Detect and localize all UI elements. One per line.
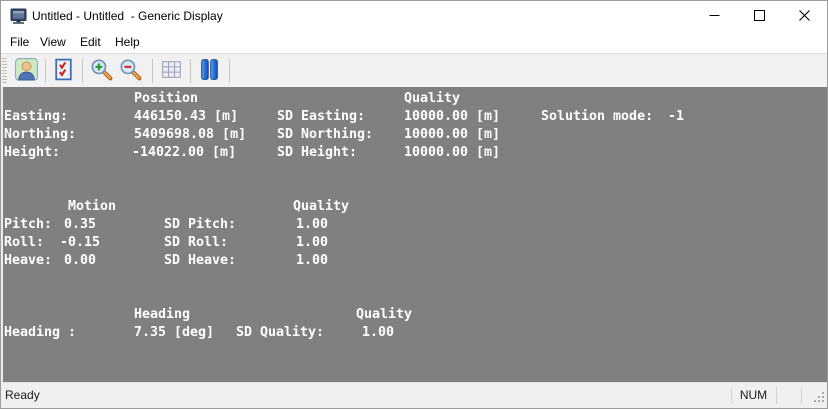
pitch-label: Pitch: (4, 217, 53, 232)
toolbar-separator (229, 59, 230, 83)
toolbar-separator (82, 59, 83, 83)
close-button[interactable] (782, 1, 827, 31)
sd-roll-label: SD Roll: (164, 235, 229, 250)
zoom-out-icon (118, 57, 143, 85)
close-icon (799, 9, 810, 24)
sd-quality-label: SD Quality: (236, 325, 325, 340)
solution-mode-label: Solution mode: (541, 109, 654, 124)
statusbar-separator (776, 387, 777, 404)
height-label: Height: (4, 145, 61, 160)
motion-quality-title: Quality (293, 199, 350, 214)
sd-pitch-value: 1.00 (296, 217, 329, 232)
user-button[interactable] (12, 56, 40, 85)
menu-edit[interactable]: Edit (77, 31, 104, 53)
title-bar[interactable]: Untitled - Untitled - Generic Display (1, 1, 827, 31)
sd-northing-label: SD Northing: (277, 127, 374, 142)
sd-quality-value: 1.00 (362, 325, 395, 340)
user-icon (14, 57, 39, 85)
minimize-icon (709, 9, 720, 24)
menu-view[interactable]: View (37, 31, 69, 53)
sd-height-value: 10000.00 [m] (404, 145, 501, 160)
toolbar-separator (45, 59, 46, 83)
toolbar (1, 53, 827, 87)
display-area: Position Quality Easting: 446150.43 [m] … (1, 87, 827, 384)
statusbar-separator (801, 387, 802, 404)
sd-northing-value: 10000.00 [m] (404, 127, 501, 142)
zoom-in-icon (89, 57, 114, 85)
client-left-edge (1, 87, 3, 384)
toolbar-gripper[interactable] (2, 58, 7, 84)
easting-value: 446150.43 [m] (134, 109, 239, 124)
app-window-icon (10, 7, 28, 25)
menu-help[interactable]: Help (112, 31, 143, 53)
sd-roll-value: 1.00 (296, 235, 329, 250)
status-bar: Ready NUM (1, 382, 827, 408)
heading-value: 7.35 [deg] (134, 325, 215, 340)
solution-mode-value: -1 (668, 109, 685, 124)
pause-icon (197, 57, 222, 85)
pitch-value: 0.35 (64, 217, 97, 232)
minimize-button[interactable] (692, 1, 737, 31)
grid-icon (159, 57, 184, 85)
window-title: Untitled - Untitled - Generic Display (32, 9, 223, 23)
roll-label: Roll: (4, 235, 45, 250)
position-section-title: Position (134, 91, 199, 106)
toolbar-separator (190, 59, 191, 83)
sd-heave-label: SD Heave: (164, 253, 237, 268)
menu-bar: File View Edit Help (1, 31, 827, 53)
checklist-icon (51, 57, 76, 85)
heave-value: 0.00 (64, 253, 97, 268)
position-quality-title: Quality (404, 91, 461, 106)
menu-file[interactable]: File (7, 31, 32, 53)
app-window: Untitled - Untitled - Generic Display Fi… (0, 0, 828, 409)
toolbar-separator (152, 59, 153, 83)
zoom-in-button[interactable] (87, 56, 115, 85)
easting-label: Easting: (4, 109, 69, 124)
roll-value: -0.15 (60, 235, 101, 250)
heading-quality-title: Quality (356, 307, 413, 322)
sd-heave-value: 1.00 (296, 253, 329, 268)
sd-easting-label: SD Easting: (277, 109, 366, 124)
checklist-button[interactable] (49, 56, 77, 85)
heading-label: Heading : (4, 325, 77, 340)
status-message: Ready (5, 388, 40, 402)
pause-button[interactable] (195, 56, 223, 85)
northing-label: Northing: (4, 127, 77, 142)
heading-section-title: Heading (134, 307, 191, 322)
maximize-button[interactable] (737, 1, 782, 31)
heave-label: Heave: (4, 253, 53, 268)
sd-easting-value: 10000.00 [m] (404, 109, 501, 124)
num-lock-indicator: NUM (739, 388, 768, 402)
sd-pitch-label: SD Pitch: (164, 217, 237, 232)
grid-button[interactable] (157, 56, 185, 85)
motion-section-title: Motion (68, 199, 117, 214)
zoom-out-button[interactable] (116, 56, 144, 85)
northing-value: 5409698.08 [m] (134, 127, 247, 142)
height-value: -14022.00 [m] (132, 145, 237, 160)
maximize-icon (754, 9, 765, 24)
sd-height-label: SD Height: (277, 145, 358, 160)
resize-grip[interactable] (813, 391, 826, 407)
